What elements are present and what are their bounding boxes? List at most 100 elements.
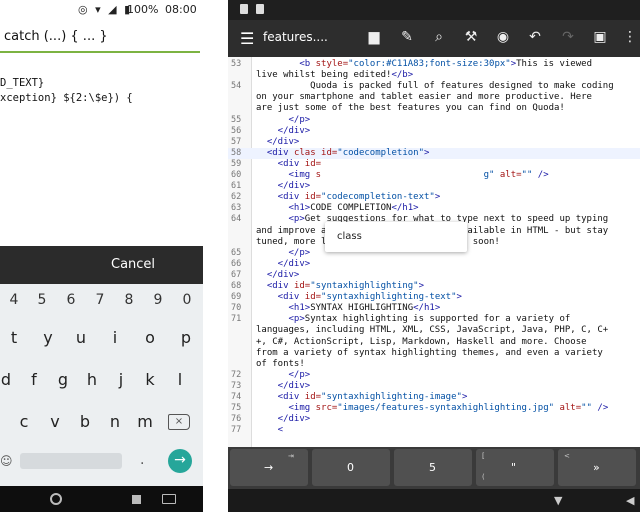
line-text: </p> xyxy=(256,369,311,381)
hide-keyboard-icon[interactable]: ▼ xyxy=(554,494,562,507)
code-token: </p> xyxy=(256,369,311,380)
key-top-label: [ xyxy=(482,452,485,460)
extra-key[interactable]: < » xyxy=(558,449,636,486)
key[interactable]: y xyxy=(38,328,58,347)
key[interactable]: o xyxy=(140,328,160,347)
code-token: id= xyxy=(304,292,322,303)
back-icon[interactable]: ◀ xyxy=(626,494,634,507)
key[interactable]: j xyxy=(111,370,131,389)
line-text: </div> xyxy=(256,381,311,392)
code-token: alt= xyxy=(494,170,522,180)
code-token: /> xyxy=(591,403,609,414)
line-text: <div id="syntaxhighlighting-text"> xyxy=(256,292,462,303)
key[interactable]: v xyxy=(45,412,65,431)
line-number: 67 xyxy=(231,269,242,280)
line-number: 58 xyxy=(231,147,242,158)
autocomplete-item[interactable]: class xyxy=(337,231,362,242)
pencil-icon[interactable]: ✎ xyxy=(398,28,416,46)
code-line: 66 </div> xyxy=(228,259,640,270)
code-token: clas id= xyxy=(293,147,338,158)
key[interactable]: 5 xyxy=(32,292,52,308)
key[interactable]: d xyxy=(0,370,16,389)
line-text: </div> xyxy=(256,137,300,148)
undo-icon[interactable]: ↶ xyxy=(526,28,544,46)
extra-key[interactable]: 0 xyxy=(312,449,390,486)
code-token: </h1> xyxy=(413,303,441,314)
folder-icon[interactable]: ▆ xyxy=(365,28,383,46)
line-number: 62 xyxy=(231,192,242,203)
code-line: 74 <div id="syntaxhighlighting-image"> xyxy=(228,392,640,403)
eye-icon[interactable]: ◉ xyxy=(494,28,512,46)
period-key[interactable]: . xyxy=(140,452,144,468)
cancel-button[interactable]: Cancel xyxy=(111,257,155,272)
wrench-icon[interactable]: ⚒ xyxy=(462,28,480,46)
code-line: 68 <div id="syntaxhighlighting"> xyxy=(228,281,640,292)
line-number: 59 xyxy=(231,158,242,169)
overflow-menu-icon[interactable]: ⋮ xyxy=(621,28,639,46)
right-tablet-screen: ☰ features.... ▆ ✎ ⌕ ⚒ ◉ ↶ ↷ ▣ ⋮ 53 <b s… xyxy=(228,0,640,512)
code-line: 54 Quoda is packed full of features desi… xyxy=(228,81,640,92)
key[interactable]: c xyxy=(14,412,34,431)
key[interactable]: 8 xyxy=(119,292,139,308)
redo-icon[interactable]: ↷ xyxy=(559,28,577,46)
code-token: id= xyxy=(304,192,322,203)
key[interactable]: h xyxy=(82,370,102,389)
code-token: <h1> xyxy=(256,203,311,214)
key[interactable]: 6 xyxy=(61,292,81,308)
code-token: style= xyxy=(315,59,349,69)
line-text: from a variety of syntax highlighting th… xyxy=(256,348,603,359)
code-token: Quoda is packed full of features designe… xyxy=(256,81,614,92)
space-key[interactable] xyxy=(20,453,122,469)
key[interactable]: i xyxy=(105,328,125,347)
line-number: 63 xyxy=(231,203,242,214)
code-token: from a variety of syntax highlighting th… xyxy=(256,347,603,358)
recents-icon[interactable] xyxy=(132,495,141,504)
key[interactable]: f xyxy=(24,370,44,389)
extra-key[interactable]: ⇥ → xyxy=(230,449,308,486)
enter-key[interactable]: → xyxy=(168,449,192,473)
find-icon[interactable]: ⌕ xyxy=(430,28,448,46)
key[interactable]: 9 xyxy=(148,292,168,308)
snippet-input[interactable]: catch (...) { ... } xyxy=(4,29,108,44)
key[interactable]: g xyxy=(53,370,73,389)
code-line: 59 <div id= xyxy=(228,159,640,170)
emoji-icon[interactable]: ☺ xyxy=(0,454,13,468)
home-icon[interactable] xyxy=(50,493,62,505)
code-token: </h1> xyxy=(391,203,419,214)
code-line: from a variety of syntax highlighting th… xyxy=(228,348,640,359)
code-token: "syntaxhighlighting-image" xyxy=(321,392,462,402)
key[interactable]: t xyxy=(4,328,24,347)
menu-icon[interactable]: ☰ xyxy=(240,29,254,48)
code-token: <div xyxy=(256,281,294,291)
extra-key[interactable]: [ ( " xyxy=(476,449,554,486)
key[interactable]: 4 xyxy=(4,292,24,308)
key[interactable]: b xyxy=(75,412,95,431)
key[interactable]: 0 xyxy=(177,292,197,308)
line-text: <div id="syntaxhighlighting"> xyxy=(256,281,424,292)
file-title[interactable]: features.... xyxy=(263,30,328,44)
keyboard-switch-icon[interactable] xyxy=(162,494,176,504)
line-text: <div id="codecompletion-text"> xyxy=(256,192,441,203)
key[interactable]: p xyxy=(176,328,196,347)
code-line: 60 <img s g" alt="" /> xyxy=(228,170,640,181)
key[interactable]: 7 xyxy=(90,292,110,308)
key[interactable]: u xyxy=(71,328,91,347)
save-icon[interactable]: ▣ xyxy=(591,28,609,46)
code-token: on your smartphone and tablet easier and… xyxy=(256,92,592,103)
key[interactable]: m xyxy=(135,412,155,431)
code-token: </p> xyxy=(256,114,311,125)
line-text: </div> xyxy=(256,270,300,281)
key[interactable]: n xyxy=(105,412,125,431)
code-line: 67 </div> xyxy=(228,270,640,281)
code-token: </b> xyxy=(391,70,414,81)
notification-icon xyxy=(240,4,248,14)
code-editor[interactable]: 53 <b style="color:#C11A83;font-size:30p… xyxy=(228,57,640,447)
extra-key[interactable]: 5 xyxy=(394,449,472,486)
status-icons: ◎ ▾ ◢ ▮ xyxy=(78,3,133,16)
key[interactable]: l xyxy=(170,370,190,389)
key[interactable]: k xyxy=(140,370,160,389)
backspace-icon[interactable]: × xyxy=(168,414,190,430)
code-line: 55 </p> xyxy=(228,115,640,126)
